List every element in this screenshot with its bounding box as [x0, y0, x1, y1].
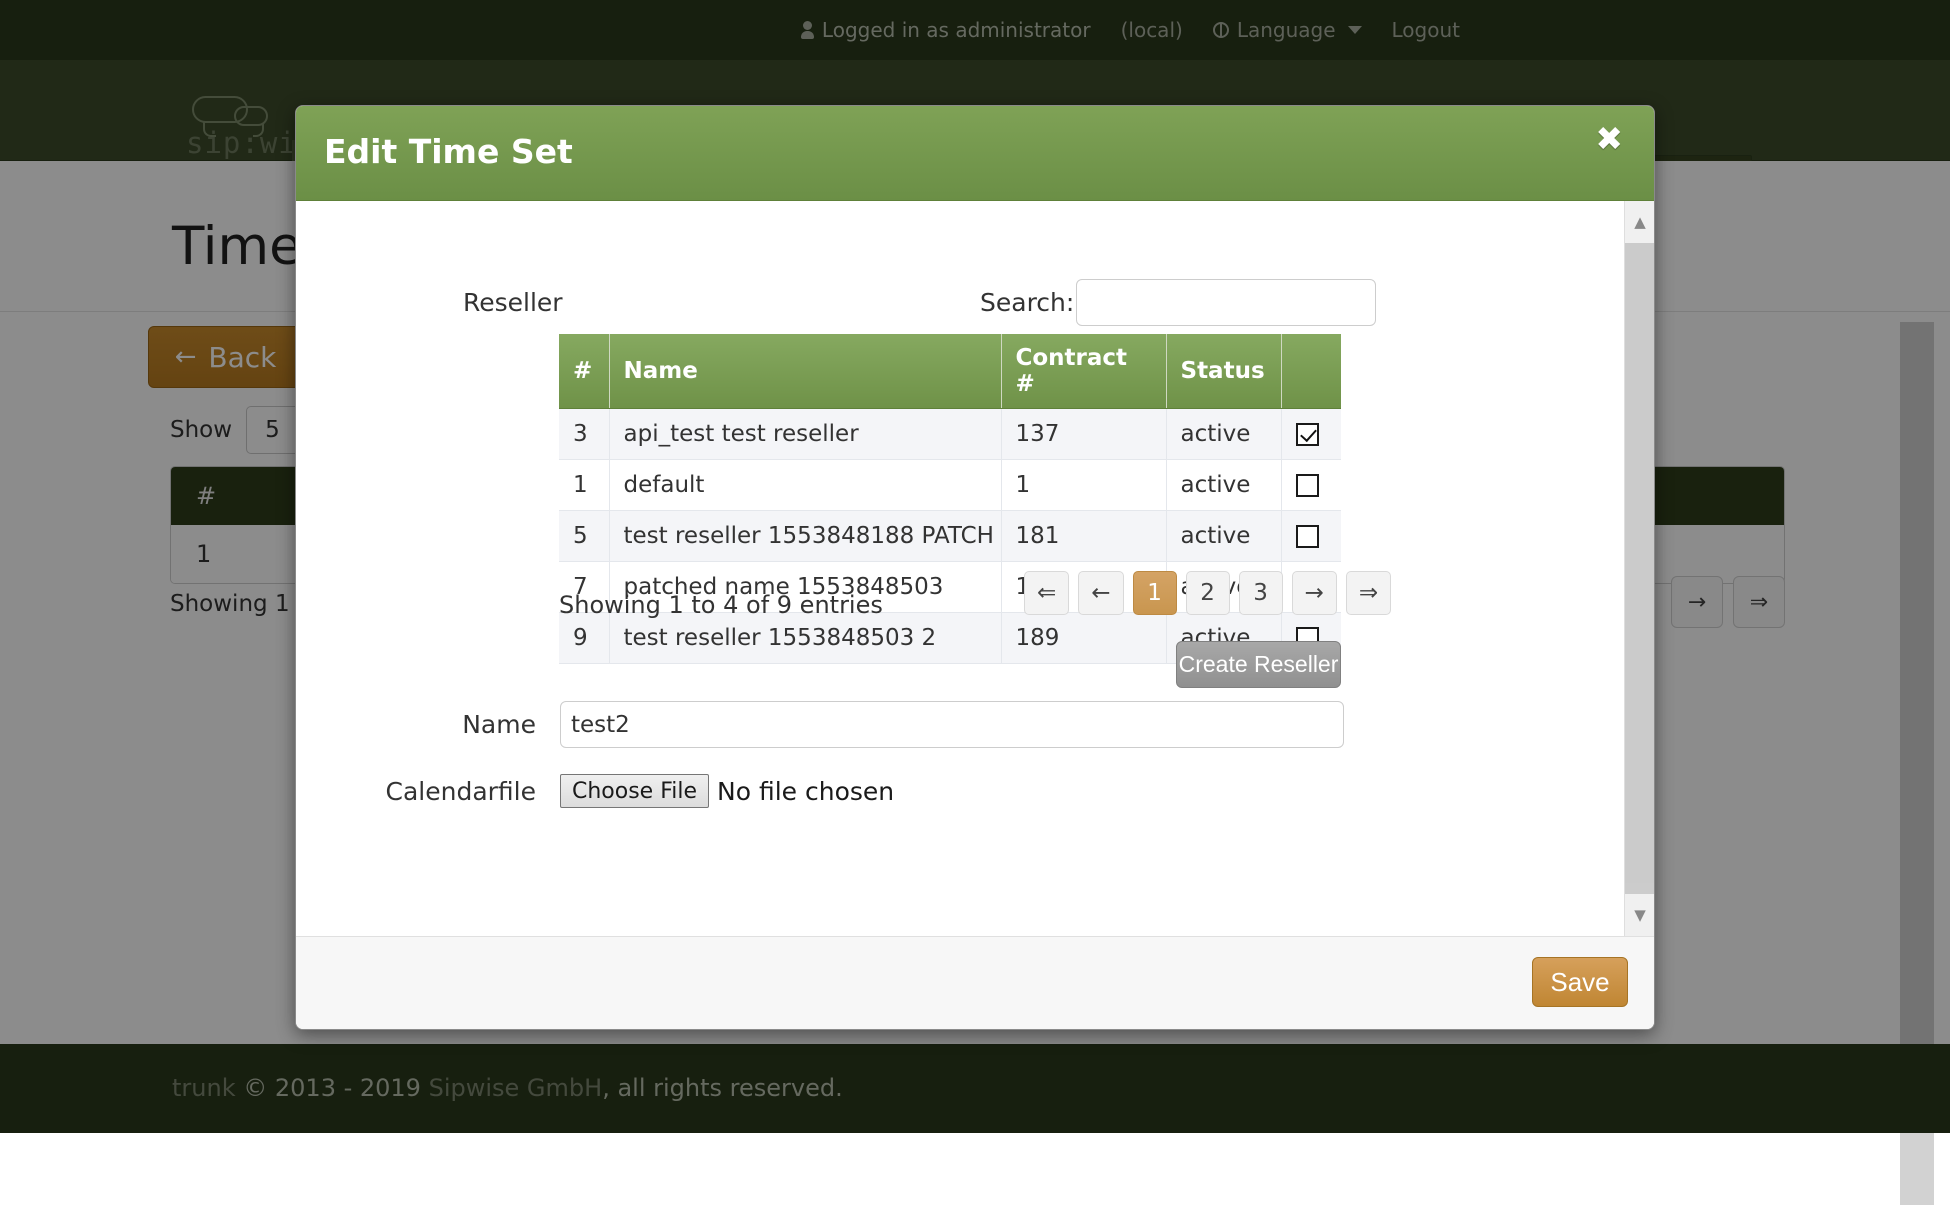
no-file-chosen-text: No file chosen	[717, 777, 894, 806]
cell-status: active	[1166, 511, 1281, 562]
cell-status: active	[1166, 460, 1281, 511]
column-header-contract[interactable]: Contract #	[1001, 334, 1166, 409]
pagination-page-2[interactable]: 2	[1186, 571, 1230, 615]
scrollbar-thumb[interactable]	[1625, 243, 1654, 883]
cell-name: test reseller 1553848503 2	[609, 613, 1001, 664]
checkbox-icon[interactable]	[1296, 474, 1319, 497]
cell-num: 1	[559, 460, 609, 511]
cell-select[interactable]	[1281, 409, 1341, 460]
create-reseller-button[interactable]: Create Reseller	[1176, 641, 1341, 688]
checkbox-checked-icon[interactable]	[1296, 423, 1319, 446]
modal-title: Edit Time Set	[324, 132, 573, 171]
modal-scrollbar[interactable]: ▲ ▼	[1624, 201, 1654, 936]
column-header-status[interactable]: Status	[1166, 334, 1281, 409]
pagination-last[interactable]: ⇒	[1346, 571, 1391, 615]
cell-status: active	[1166, 409, 1281, 460]
cell-num: 9	[559, 613, 609, 664]
table-row[interactable]: 5test reseller 1553848188 PATCH181active	[559, 511, 1341, 562]
close-icon[interactable]: ✖	[1589, 118, 1629, 159]
cell-name: default	[609, 460, 1001, 511]
pagination-page-3[interactable]: 3	[1239, 571, 1283, 615]
reseller-label: Reseller	[463, 288, 563, 317]
cell-num: 3	[559, 409, 609, 460]
name-label: Name	[310, 710, 560, 739]
search-control: Search:	[980, 279, 1376, 326]
cell-contract: 181	[1001, 511, 1166, 562]
pagination-page-1[interactable]: 1	[1133, 571, 1177, 615]
cell-name: api_test test reseller	[609, 409, 1001, 460]
cell-select[interactable]	[1281, 460, 1341, 511]
save-button[interactable]: Save	[1532, 957, 1628, 1007]
column-header-name[interactable]: Name	[609, 334, 1001, 409]
modal-body: Reseller Search: # Name Contract # Statu…	[296, 201, 1654, 936]
calendarfile-label: Calendarfile	[310, 777, 560, 806]
file-upload-control: Choose File No file chosen	[560, 774, 894, 808]
checkbox-icon[interactable]	[1296, 525, 1319, 548]
search-label: Search:	[980, 288, 1074, 317]
showing-entries-text: Showing 1 to 4 of 9 entries	[559, 591, 883, 619]
cell-contract: 1	[1001, 460, 1166, 511]
pagination: ⇐ ← 1 2 3 → ⇒	[1024, 571, 1391, 615]
scroll-up-icon[interactable]: ▲	[1625, 201, 1654, 243]
column-header-num[interactable]: #	[559, 334, 609, 409]
reseller-table-header-row: # Name Contract # Status	[559, 334, 1341, 409]
calendarfile-field-row: Calendarfile Choose File No file chosen	[310, 774, 894, 808]
modal-header: Edit Time Set ✖	[296, 106, 1654, 201]
pagination-first[interactable]: ⇐	[1024, 571, 1069, 615]
column-header-select	[1281, 334, 1341, 409]
search-input[interactable]	[1076, 279, 1376, 326]
cell-contract: 189	[1001, 613, 1166, 664]
pagination-prev[interactable]: ←	[1078, 571, 1123, 615]
cell-name: test reseller 1553848188 PATCH	[609, 511, 1001, 562]
table-row[interactable]: 1default1active	[559, 460, 1341, 511]
table-row[interactable]: 3api_test test reseller137active	[559, 409, 1341, 460]
modal-footer: Save	[296, 936, 1654, 1029]
name-input[interactable]	[560, 701, 1344, 748]
pagination-next[interactable]: →	[1292, 571, 1337, 615]
cell-contract: 137	[1001, 409, 1166, 460]
choose-file-button[interactable]: Choose File	[560, 774, 709, 808]
cell-select[interactable]	[1281, 511, 1341, 562]
scroll-down-icon[interactable]: ▼	[1625, 894, 1654, 936]
name-field-row: Name	[310, 701, 1344, 748]
edit-time-set-modal: Edit Time Set ✖ Reseller Search: # Name …	[295, 105, 1655, 1030]
cell-num: 5	[559, 511, 609, 562]
